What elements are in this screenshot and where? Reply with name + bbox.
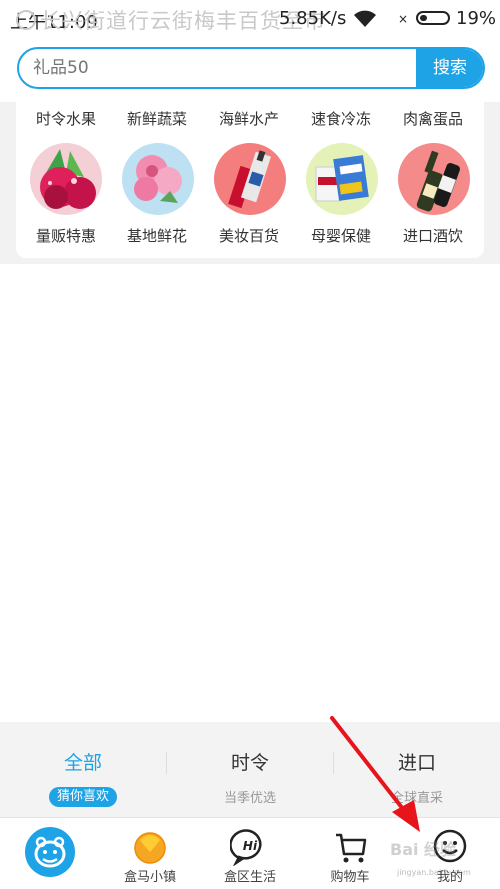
- category-mother-baby[interactable]: 母婴保健: [296, 225, 386, 246]
- category-panel: 时令水果 新鲜蔬菜 海鲜水产 速食冷冻 肉禽蛋品 量贩特惠 基地鲜花 美妆百货 …: [16, 102, 484, 258]
- wifi-icon: [354, 10, 376, 27]
- battery-icon: [416, 11, 450, 25]
- flowers-image[interactable]: [122, 143, 194, 215]
- tab-all-title: 全部: [63, 752, 102, 774]
- nav-cart-label: 购物车: [330, 870, 370, 885]
- category-meat-eggs[interactable]: 肉禽蛋品: [388, 108, 478, 129]
- battery-percent: 19%: [456, 8, 497, 29]
- town-icon: [134, 832, 166, 864]
- category-frozen-food[interactable]: 速食冷冻: [296, 108, 386, 129]
- search-button[interactable]: 搜索: [416, 49, 483, 87]
- network-speed: 5.85K/s: [279, 8, 347, 29]
- tab-seasonal-title: 时令: [230, 752, 269, 774]
- tab-imported[interactable]: 进口 全球直采: [334, 722, 500, 817]
- tab-all[interactable]: 全部 猜你喜欢: [0, 722, 166, 817]
- tab-seasonal[interactable]: 时令 当季优选: [167, 722, 333, 817]
- watermark: Bai 经验: [390, 840, 457, 859]
- nav-life[interactable]: Hi 盒区生活: [200, 818, 300, 889]
- nav-life-label: 盒区生活: [223, 870, 276, 885]
- tab-seasonal-subtitle: 当季优选: [223, 791, 276, 806]
- milk-powder-image[interactable]: [306, 143, 378, 215]
- wine-bottle-image[interactable]: [398, 143, 470, 215]
- tab-imported-title: 进口: [397, 752, 436, 774]
- category-base-flowers[interactable]: 基地鲜花: [112, 225, 202, 246]
- status-bar: 上午11:09 长兴街道行云街梅丰百货至市 5.85K/s × 19%: [0, 0, 500, 36]
- search-input[interactable]: [33, 49, 413, 87]
- watermark-url: jingyan.baidu.com: [397, 868, 471, 877]
- nav-town-label: 盒马小镇: [123, 870, 176, 885]
- cosmetics-image[interactable]: [214, 143, 286, 215]
- hi-chat-icon: Hi: [230, 829, 262, 866]
- search-bar: 搜索: [17, 47, 485, 89]
- dragon-fruit-image[interactable]: [30, 143, 102, 215]
- category-fresh-vegetables[interactable]: 新鲜蔬菜: [112, 108, 202, 129]
- category-bulk-deals[interactable]: 量贩特惠: [21, 225, 111, 246]
- feed-tabs: 全部 猜你喜欢 时令 当季优选 进口 全球直采: [0, 722, 500, 817]
- hippo-home-icon: [25, 827, 75, 877]
- app-screen: 上午11:09 长兴街道行云街梅丰百货至市 5.85K/s × 19% 搜索 时…: [0, 0, 500, 889]
- category-beauty-goods[interactable]: 美妆百货: [204, 225, 294, 246]
- nav-town[interactable]: 盒马小镇: [100, 818, 200, 889]
- cart-icon: [336, 833, 367, 863]
- category-seafood[interactable]: 海鲜水产: [204, 108, 294, 129]
- category-seasonal-fruit[interactable]: 时令水果: [21, 108, 111, 129]
- nav-cart[interactable]: 购物车: [300, 818, 400, 889]
- tab-imported-subtitle: 全球直采: [390, 791, 443, 806]
- category-imported-drinks[interactable]: 进口酒饮: [388, 225, 478, 246]
- tab-all-subtitle: 猜你喜欢: [48, 787, 117, 807]
- location-pin-icon: [16, 10, 36, 30]
- charging-x-icon: ×: [398, 12, 409, 26]
- svg-text:Hi: Hi: [243, 839, 258, 853]
- nav-home[interactable]: [0, 818, 100, 889]
